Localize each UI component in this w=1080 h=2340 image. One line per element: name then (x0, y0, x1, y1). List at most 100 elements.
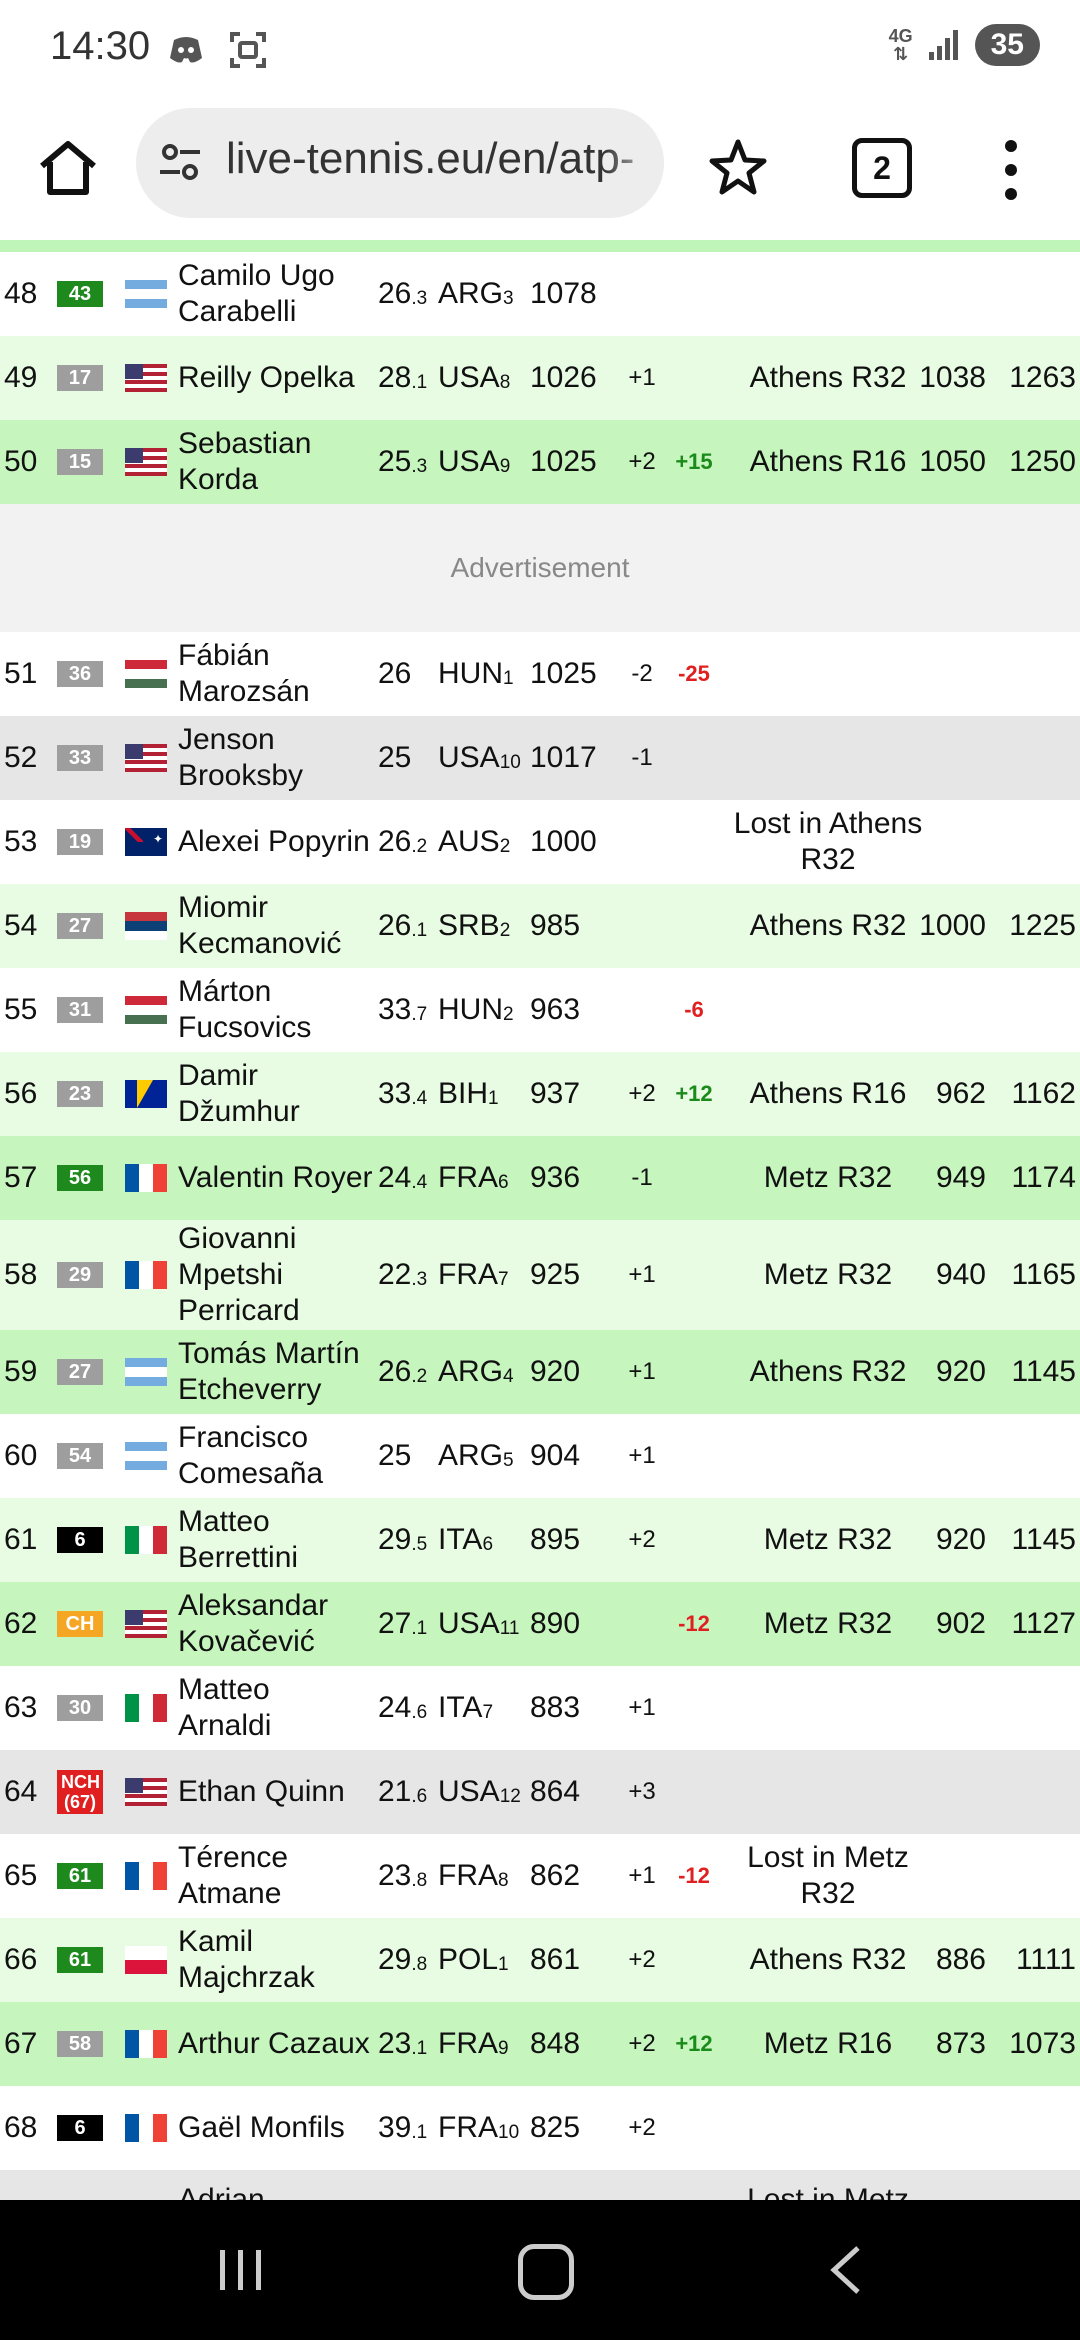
table-row[interactable]: 66 61 Kamil Majchrzak 29.8 POL 1 861 +2 Athens R3… (0, 1918, 1080, 2002)
previous-rank-badge: 17 (57, 365, 103, 391)
age: 25 (378, 741, 412, 774)
player-name[interactable]: Térence Atmane (178, 1840, 288, 1912)
player-name-line: Miomir (178, 891, 268, 924)
home-icon[interactable] (518, 2244, 574, 2300)
age: 26 (378, 909, 412, 942)
back-icon[interactable] (826, 2244, 866, 2296)
player-name[interactable]: Adrian (178, 2182, 265, 2200)
table-row[interactable]: 64 NCH (67) Ethan Quinn 21.6 USA 12 864 +3 (0, 1750, 1080, 1834)
previous-rank-cell: 31 (57, 968, 103, 1052)
player-name[interactable]: Kamil Majchrzak (178, 1924, 315, 1996)
table-row[interactable]: 50 15 Sebastian Korda 25.3 USA 9 1025 +2 +15 Athen… (0, 420, 1080, 504)
age-decimal: .5 (411, 1534, 428, 1555)
previous-rank-badge: 56 (57, 1165, 103, 1191)
player-name-line: Džumhur (178, 1095, 300, 1128)
max-points-cell (934, 1666, 986, 1750)
rank: 51 (4, 657, 38, 690)
player-name[interactable]: Sebastian Korda (178, 426, 311, 498)
home-icon[interactable] (36, 136, 100, 200)
rank-diff-cell: +1 (620, 1834, 664, 1918)
player-name-line: Atmane (178, 1877, 282, 1910)
table-row[interactable]: 68 6 Gaël Monfils 39.1 FRA 10 825 +2 (0, 2086, 1080, 2170)
player-name[interactable]: Giovanni Mpetshi Perricard (178, 1221, 300, 1329)
table-row[interactable]: 51 36 Fábián Marozsán 26 HUN 1 1025 -2 -25 (0, 632, 1080, 716)
table-row[interactable]: 62 CH Aleksandar Kovačević 27.1 USA 11 890 -12 Me… (0, 1582, 1080, 1666)
player-name[interactable]: Miomir Kecmanović (178, 890, 341, 962)
previous-rank-badge: 61 (57, 1947, 103, 1973)
points-cell (530, 2170, 610, 2200)
age-decimal: .2 (411, 836, 428, 857)
points-change-cell (668, 800, 720, 884)
player-name[interactable]: Valentin Royer (178, 1160, 373, 1196)
table-row[interactable]: 54 27 Miomir Kecmanović 26.1 SRB 2 985 Athens R3… (0, 884, 1080, 968)
table-row[interactable]: 57 56 Valentin Royer 24.4 FRA 6 936 -1 Metz R32 9… (0, 1136, 1080, 1220)
age: 29 (378, 1523, 412, 1556)
country-cell: HUN 2 (438, 968, 528, 1052)
max-points-cell: 1050 (919, 420, 986, 504)
recents-icon[interactable] (218, 2248, 264, 2292)
flag-icon (125, 280, 167, 308)
points-change: +12 (675, 1081, 713, 1106)
flag-cell (124, 2002, 168, 2086)
age-cell: 26 (378, 632, 436, 716)
player-name-line: Aleksandar (178, 1589, 329, 1622)
points-cell: 936 (530, 1136, 610, 1220)
player-name[interactable]: Damir Džumhur (178, 1058, 300, 1130)
player-name-cell: Gaël Monfils (178, 2086, 378, 2170)
player-name[interactable]: Reilly Opelka (178, 360, 355, 396)
table-row[interactable]: 67 58 Arthur Cazaux 23.1 FRA 9 848 +2 +12 Metz R1… (0, 2002, 1080, 2086)
player-name[interactable]: Fábián Marozsán (178, 638, 310, 710)
player-name[interactable]: Aleksandar Kovačević (178, 1588, 328, 1660)
flag-icon (125, 2030, 167, 2058)
max-points-cell: 920 (934, 1330, 986, 1414)
player-name[interactable]: Alexei Popyrin (178, 824, 370, 860)
status-right-icons: 4G ⇅ 35 (889, 24, 1040, 66)
table-row[interactable]: 59 27 Tomás Martín Etcheverry 26.2 ARG 4 920 +1 A… (0, 1330, 1080, 1414)
table-row[interactable]: 65 61 Térence Atmane 23.8 FRA 8 862 +1 -12 Lost in… (0, 1834, 1080, 1918)
previous-rank-badge: 23 (57, 1081, 103, 1107)
player-name[interactable]: Jenson Brooksby (178, 722, 303, 794)
player-name[interactable]: Tomás Martín Etcheverry (178, 1336, 360, 1408)
table-row[interactable]: 49 17 Reilly Opelka 28.1 USA 8 1026 +1 Athens R3… (0, 336, 1080, 420)
rank: 52 (4, 741, 38, 774)
player-name[interactable]: Ethan Quinn (178, 1774, 345, 1810)
table-row[interactable]: Adrian Lost in Metz (0, 2170, 1080, 2200)
points-cell: 890 (530, 1582, 610, 1666)
rank-diff: +1 (628, 1862, 656, 1889)
age-cell: 29.5 (378, 1498, 436, 1582)
player-name[interactable]: Matteo Berrettini (178, 1504, 298, 1576)
url-text[interactable]: live-tennis.eu/en/atp- (226, 134, 634, 184)
player-name[interactable]: Márton Fucsovics (178, 974, 311, 1046)
table-row[interactable]: 60 54 Francisco Comesaña 25 ARG 5 904 +1 (0, 1414, 1080, 1498)
table-row[interactable]: 58 29 Giovanni Mpetshi Perricard 22.3 FRA 7 925 +… (0, 1220, 1080, 1330)
tournament-status: Metz R32 (764, 1160, 892, 1196)
table-row[interactable]: 53 19 ✦ Alexei Popyrin 26.2 AUS 2 1000 Lost in A… (0, 800, 1080, 884)
points-change-cell (668, 2086, 720, 2170)
player-name-line: Majchrzak (178, 1961, 315, 1994)
bookmark-star-icon[interactable] (706, 136, 770, 200)
flag-cell (124, 252, 168, 336)
player-name[interactable]: Camilo Ugo Carabelli (178, 258, 335, 330)
status-time: 14:30 (50, 24, 151, 68)
points-change-cell (668, 1666, 720, 1750)
points-cell: 864 (530, 1750, 610, 1834)
player-name[interactable]: Arthur Cazaux (178, 2026, 370, 2062)
rank-diff-cell: +1 (620, 336, 664, 420)
player-name[interactable]: Gaël Monfils (178, 2110, 345, 2146)
table-row[interactable]: 55 31 Márton Fucsovics 33.7 HUN 2 963 -6 (0, 968, 1080, 1052)
table-row[interactable]: 48 43 Camilo Ugo Carabelli 26.3 ARG 3 1078 (0, 252, 1080, 336)
tournament-line: Athens R16 (749, 445, 907, 478)
table-row[interactable]: 61 6 Matteo Berrettini 29.5 ITA 6 895 +2 Metz R32… (0, 1498, 1080, 1582)
address-bar[interactable]: live-tennis.eu/en/atp- (136, 108, 664, 218)
player-name[interactable]: Francisco Comesaña (178, 1420, 323, 1492)
max-points: 1050 (919, 445, 986, 478)
player-name[interactable]: Matteo Arnaldi (178, 1672, 271, 1744)
player-name-cell: Sebastian Korda (178, 420, 378, 504)
table-row[interactable]: 52 33 Jenson Brooksby 25 USA 10 1017 -1 (0, 716, 1080, 800)
more-menu-icon[interactable] (996, 138, 1026, 202)
table-row[interactable]: 56 23 Damir Džumhur 33.4 BIH 1 937 +2 +12 Athens R… (0, 1052, 1080, 1136)
site-settings-icon[interactable] (156, 138, 204, 186)
tab-switcher-button[interactable]: 2 (852, 138, 912, 198)
age: 24 (378, 1691, 412, 1724)
table-row[interactable]: 63 30 Matteo Arnaldi 24.6 ITA 7 883 +1 (0, 1666, 1080, 1750)
